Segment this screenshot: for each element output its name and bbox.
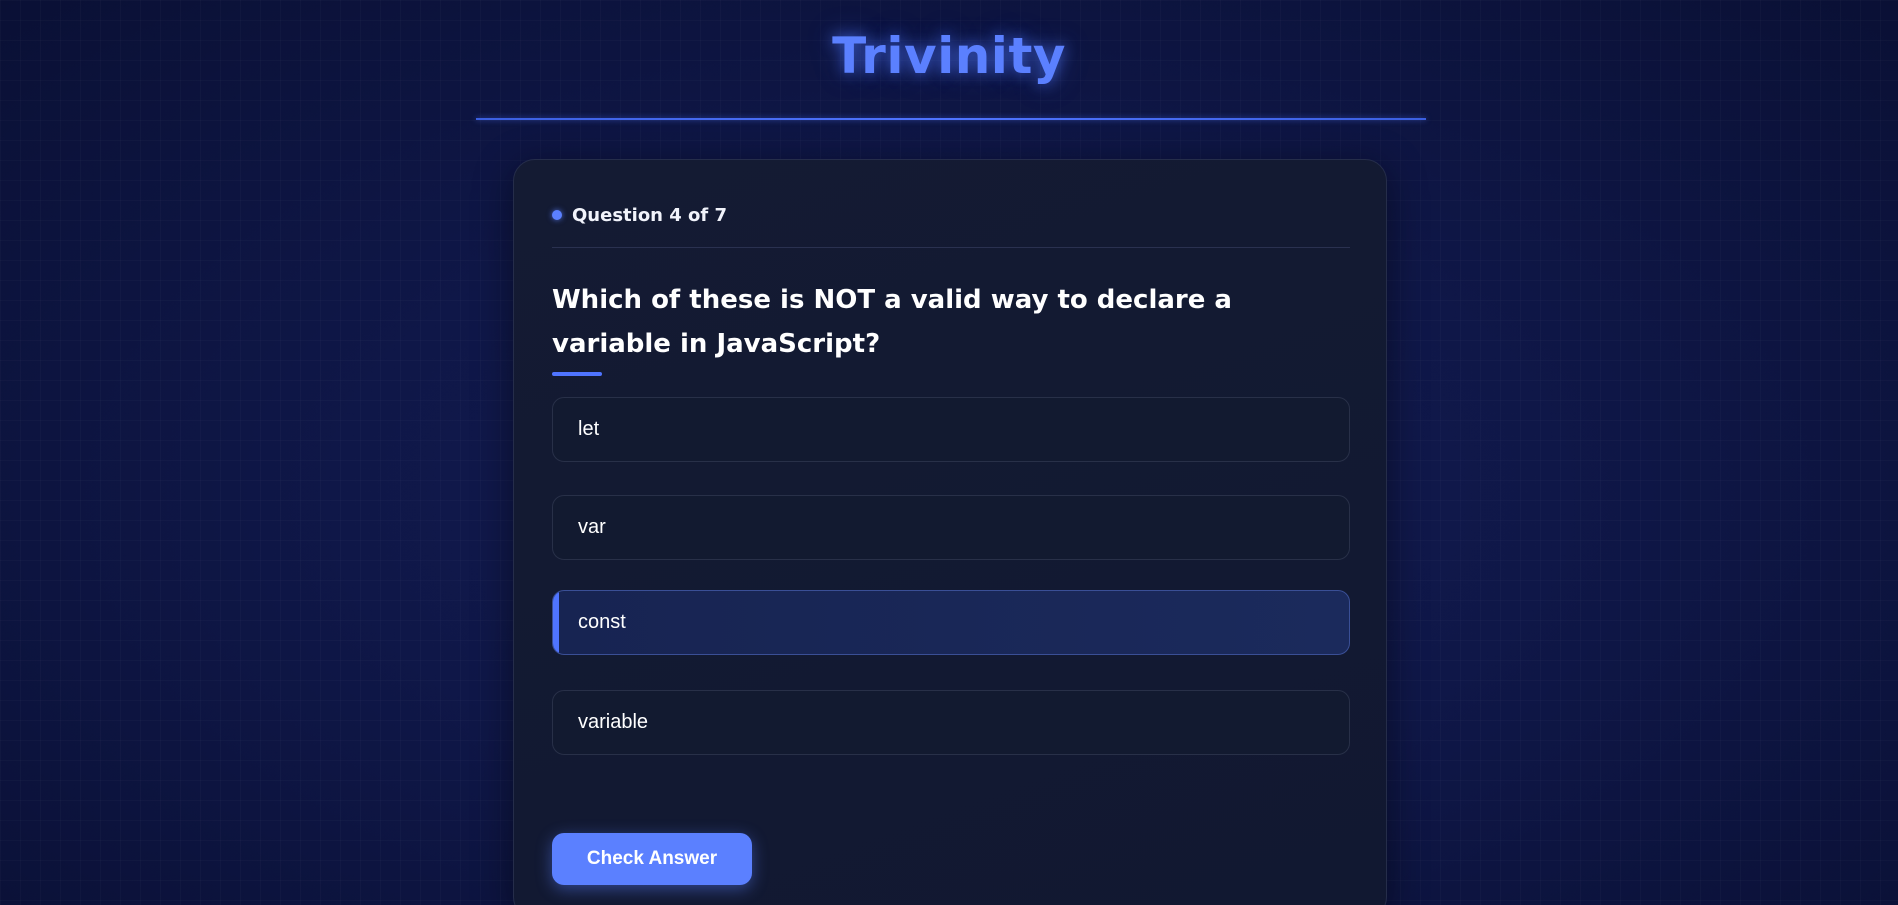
progress-label: Question 4 of 7 xyxy=(572,204,728,226)
answer-option-label: let xyxy=(578,418,600,440)
answer-option-label: variable xyxy=(578,711,649,733)
answer-option-var[interactable]: var xyxy=(552,495,1350,560)
answer-option-label: const xyxy=(578,611,626,633)
title-divider xyxy=(476,118,1426,120)
quiz-card: Question 4 of 7 Which of these is NOT a … xyxy=(513,159,1387,905)
answer-option-let[interactable]: let xyxy=(552,397,1350,462)
answer-option-const[interactable]: const xyxy=(552,590,1350,655)
question-progress: Question 4 of 7 xyxy=(552,200,727,230)
question-text: Which of these is NOT a valid way to dec… xyxy=(552,285,1232,359)
answer-option-variable[interactable]: variable xyxy=(552,690,1350,755)
question-underline xyxy=(552,372,602,376)
card-divider xyxy=(552,247,1350,248)
app-title: Trivinity xyxy=(832,27,1066,85)
answer-option-label: var xyxy=(578,516,606,538)
progress-dot-icon xyxy=(552,210,562,220)
check-answer-button[interactable]: Check Answer xyxy=(552,833,752,885)
